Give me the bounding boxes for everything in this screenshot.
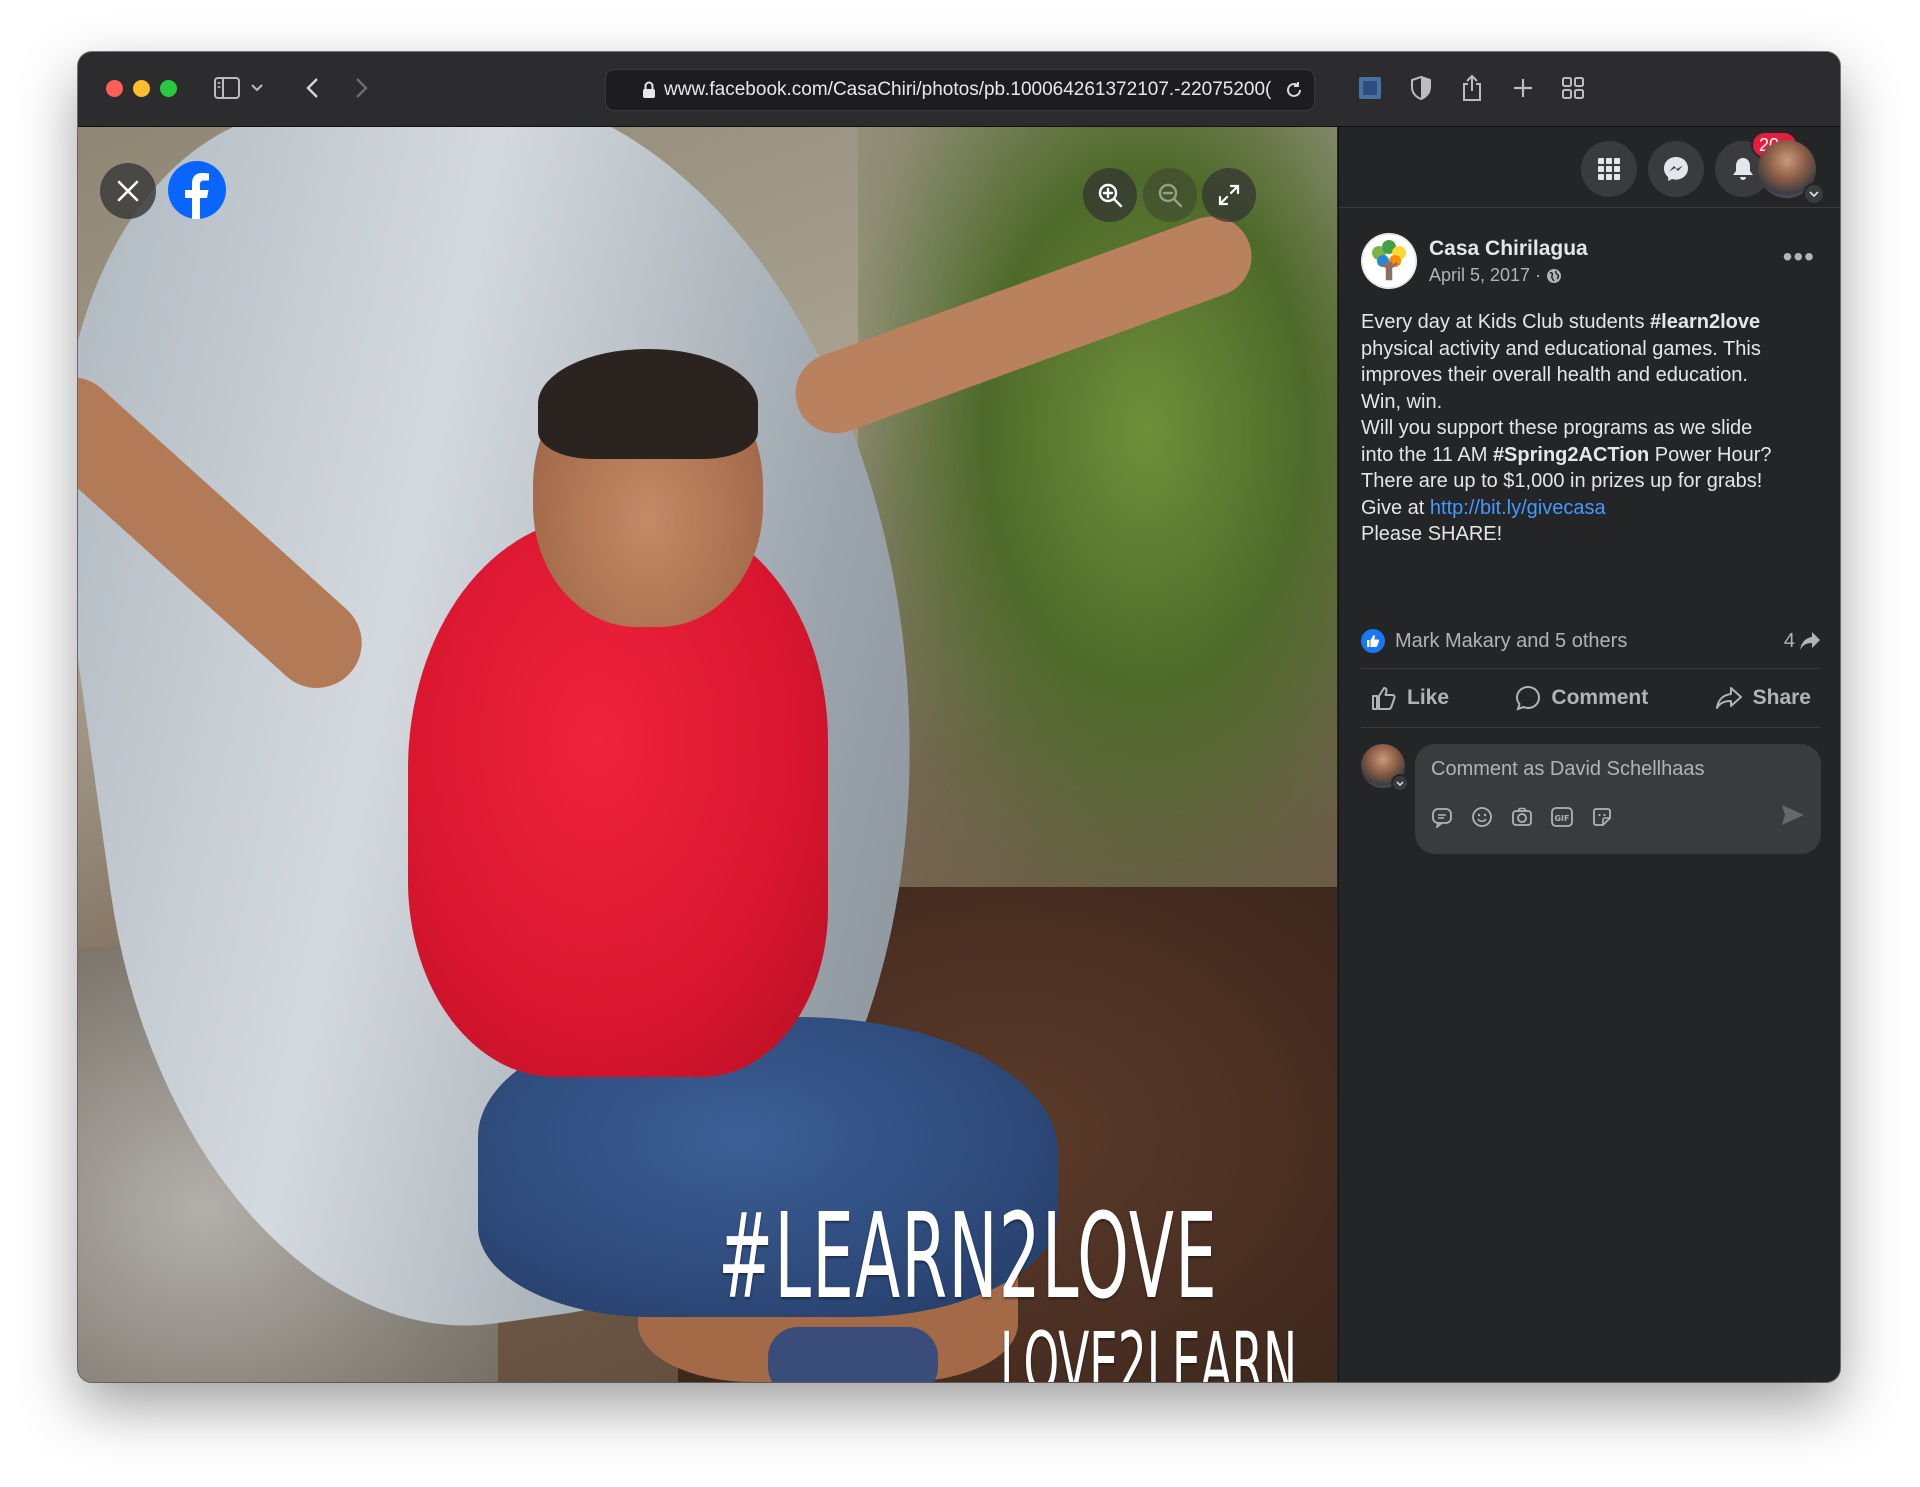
more-options-button[interactable]: ••• <box>1783 241 1815 273</box>
post-line-7: There are up to $1,000 in prizes up for … <box>1361 470 1763 492</box>
facebook-icon <box>185 173 209 219</box>
camera-icon[interactable] <box>1509 804 1535 830</box>
hashtag-link[interactable]: #Spring2ACTion <box>1493 444 1649 466</box>
share-icon[interactable] <box>1457 68 1487 108</box>
send-icon <box>1782 805 1804 825</box>
like-reaction-icon <box>1361 629 1385 653</box>
globe-icon <box>1547 268 1562 283</box>
menu-button[interactable] <box>1581 141 1637 197</box>
forward-icon[interactable] <box>350 68 374 108</box>
post-text: Every day at Kids Club students #learn2l… <box>1361 309 1821 548</box>
post-line-4: Win, win. <box>1361 390 1443 413</box>
photo-caption-line2: LOVE2LEARN <box>1000 1314 1298 1382</box>
post-date-text: April 5, 2017 · <box>1429 265 1542 285</box>
thumbs-up-icon <box>1372 687 1396 710</box>
minimize-window-button[interactable] <box>133 80 150 97</box>
comment-label: Comment <box>1551 686 1649 709</box>
post-line-1: Every day at Kids Club students #learn2l… <box>1361 309 1821 336</box>
send-comment-button[interactable] <box>1781 804 1805 831</box>
extension-icon[interactable] <box>1355 68 1385 108</box>
page-name[interactable]: Casa Chirilagua <box>1429 237 1588 261</box>
post-panel: 20+ Casa Chirilagua April 5, 2017 · ••• <box>1338 127 1840 1382</box>
zoom-out-icon <box>1158 183 1183 208</box>
address-bar[interactable]: www.facebook.com/CasaChiri/photos/pb.100… <box>605 69 1315 111</box>
chevron-down-icon[interactable] <box>1391 774 1409 792</box>
browser-toolbar: www.facebook.com/CasaChiri/photos/pb.100… <box>78 52 1840 127</box>
post-text-span: into the 11 AM <box>1361 443 1493 466</box>
browser-window: www.facebook.com/CasaChiri/photos/pb.100… <box>78 52 1840 1382</box>
photo-viewer[interactable]: #LEARN2LOVE LOVE2LEARN <box>78 127 1337 1382</box>
post-text-span: Every day at Kids Club students <box>1361 311 1651 333</box>
post-line-5: Will you support these programs as we sl… <box>1361 417 1753 439</box>
reactions-text[interactable]: Mark Makary and 5 others <box>1395 630 1627 653</box>
comment-input[interactable]: Comment as David Schellhaas GIF <box>1415 744 1821 854</box>
post-date[interactable]: April 5, 2017 · <box>1429 265 1562 286</box>
zoom-out-button[interactable] <box>1143 168 1197 222</box>
comment-icon <box>1516 685 1541 711</box>
share-arrow-icon <box>1800 632 1820 650</box>
svg-text:GIF: GIF <box>1554 814 1569 823</box>
post-action-bar: Like Comment Share <box>1361 668 1821 728</box>
share-button[interactable]: Share <box>1705 686 1821 710</box>
reload-icon[interactable] <box>1274 81 1314 99</box>
url-text: www.facebook.com/CasaChiri/photos/pb.100… <box>664 79 1272 100</box>
bell-icon <box>1733 158 1753 180</box>
post-line-6: into the 11 AM #Spring2ACTion Power Hour… <box>1361 442 1821 469</box>
give-link[interactable]: http://bit.ly/givecasa <box>1430 497 1606 519</box>
menu-grid-icon <box>1598 158 1620 180</box>
share-label: Share <box>1752 686 1811 709</box>
share-count[interactable]: 4 <box>1784 630 1821 653</box>
reactions-summary[interactable]: Mark Makary and 5 others 4 <box>1361 625 1821 657</box>
comment-composer: Comment as David Schellhaas GIF <box>1361 744 1821 854</box>
close-photo-button[interactable] <box>100 163 156 219</box>
post-text-span: Give at <box>1361 496 1430 519</box>
tree-logo-icon <box>1361 233 1417 289</box>
fullscreen-icon <box>1218 184 1240 206</box>
like-button[interactable]: Like <box>1361 685 1459 711</box>
post-line-8: Give at http://bit.ly/givecasa <box>1361 495 1821 522</box>
gif-icon[interactable]: GIF <box>1549 804 1575 830</box>
post-header: Casa Chirilagua April 5, 2017 · ••• <box>1361 233 1821 293</box>
photo-foliage <box>858 127 1337 887</box>
post-line-3: improves their overall health and educat… <box>1361 364 1748 386</box>
messenger-button[interactable] <box>1648 141 1704 197</box>
zoom-in-icon <box>1098 183 1123 208</box>
sidebar-icon[interactable] <box>212 68 242 108</box>
post-line-2: physical activity and educational games.… <box>1361 337 1761 360</box>
share-icon <box>1715 687 1742 709</box>
page-avatar[interactable] <box>1361 233 1417 289</box>
messenger-icon <box>1664 157 1688 181</box>
chevron-down-icon[interactable] <box>248 68 266 108</box>
fullscreen-button[interactable] <box>1202 168 1256 222</box>
comment-tools: GIF <box>1429 804 1615 830</box>
emoji-icon[interactable] <box>1469 804 1495 830</box>
back-icon[interactable] <box>300 68 324 108</box>
top-nav: 20+ <box>1339 127 1840 208</box>
avatar-sticker-icon[interactable] <box>1589 804 1615 830</box>
new-tab-icon[interactable] <box>1508 68 1538 108</box>
comment-button[interactable]: Comment <box>1505 685 1658 711</box>
chevron-down-icon[interactable] <box>1803 183 1825 205</box>
photo-caption: #LEARN2LOVE LOVE2LEARN <box>718 1197 1337 1382</box>
photo-caption-line1: #LEARN2LOVE <box>718 1187 1219 1325</box>
facebook-logo[interactable] <box>168 161 226 219</box>
zoom-window-button[interactable] <box>160 80 177 97</box>
zoom-in-button[interactable] <box>1083 168 1137 222</box>
comment-placeholder: Comment as David Schellhaas <box>1431 758 1705 780</box>
shield-icon[interactable] <box>1406 68 1436 108</box>
lock-icon <box>642 81 656 99</box>
like-label: Like <box>1407 686 1450 709</box>
post-text-span: Power Hour? <box>1649 443 1772 466</box>
hashtag-link[interactable]: #learn2love <box>1650 311 1760 333</box>
tab-overview-icon[interactable] <box>1558 68 1588 108</box>
post-line-9: Please SHARE! <box>1361 523 1503 545</box>
photo-hair <box>538 349 758 459</box>
close-window-button[interactable] <box>106 80 123 97</box>
sticker-icon[interactable] <box>1429 804 1455 830</box>
close-icon <box>117 180 139 202</box>
share-count-number: 4 <box>1783 629 1795 652</box>
